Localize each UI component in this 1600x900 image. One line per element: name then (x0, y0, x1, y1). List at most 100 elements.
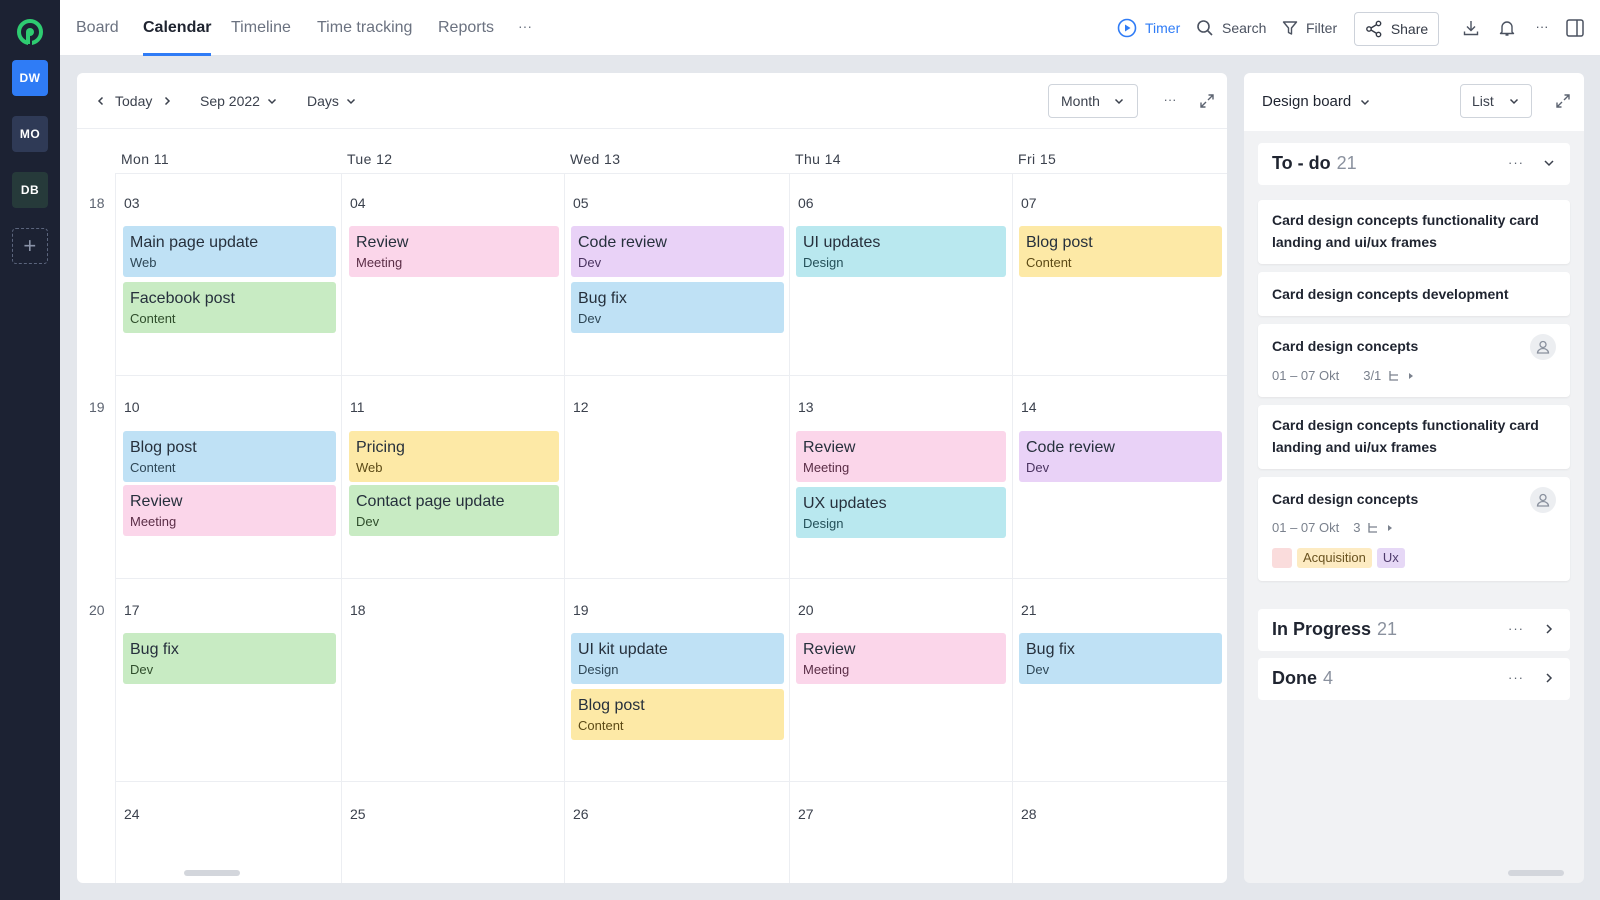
expand-icon[interactable] (1197, 91, 1217, 111)
date-cell[interactable]: 07 (1021, 195, 1037, 211)
calendar-event[interactable]: UX updates Design (796, 487, 1006, 538)
calendar-event[interactable]: Bug fix Dev (571, 282, 784, 333)
calendar-event[interactable]: Code review Dev (571, 226, 784, 277)
date-cell[interactable]: 26 (573, 806, 589, 822)
calendar-event[interactable]: Review Meeting (123, 485, 336, 536)
view-select[interactable]: Month (1048, 84, 1138, 118)
search-button[interactable]: Search (1196, 0, 1266, 56)
date-cell[interactable]: 27 (798, 806, 814, 822)
filter-button[interactable]: Filter (1282, 0, 1337, 56)
tab-reports[interactable]: Reports (438, 0, 494, 56)
calendar-event[interactable]: Facebook post Content (123, 282, 336, 333)
date-cell[interactable]: 03 (124, 195, 140, 211)
calendar-event[interactable]: Blog post Content (571, 689, 784, 740)
tag-label[interactable]: Acquisition (1297, 548, 1372, 568)
tag-label[interactable]: Ux (1376, 548, 1405, 568)
calendar-event[interactable]: Main page update Web (123, 226, 336, 277)
view-select[interactable]: List (1460, 84, 1532, 118)
section-more-icon[interactable]: ··· (1508, 670, 1524, 685)
more-options-icon[interactable]: ··· (1532, 16, 1552, 36)
next-icon[interactable] (161, 73, 173, 129)
task-card[interactable]: Card design concepts development (1258, 272, 1570, 316)
calendar-event[interactable]: Review Meeting (796, 431, 1006, 482)
date-cell[interactable]: 11 (350, 399, 365, 415)
chevron-down-icon[interactable] (1542, 156, 1556, 170)
tab-timeline[interactable]: Timeline (231, 0, 291, 56)
section-done[interactable]: Done 4 ··· (1258, 658, 1570, 700)
tab-board[interactable]: Board (76, 0, 119, 56)
section-in-progress[interactable]: In Progress 21 ··· (1258, 609, 1570, 651)
previous-icon[interactable] (95, 73, 107, 129)
date-cell[interactable]: 21 (1021, 602, 1037, 618)
panel-toggle-icon[interactable] (1565, 18, 1585, 38)
date-cell[interactable]: 12 (573, 399, 589, 415)
calendar-event[interactable]: Blog post Content (123, 431, 336, 482)
event-title: Code review (578, 234, 667, 251)
date-cell[interactable]: 19 (573, 602, 589, 618)
event-title: Review (803, 641, 856, 658)
timer-button[interactable]: Timer (1117, 0, 1180, 56)
board-dropdown[interactable]: Design board (1262, 93, 1371, 110)
date-cell[interactable]: 24 (124, 806, 140, 822)
chevron-right-icon[interactable] (1542, 671, 1556, 685)
date-cell[interactable]: 17 (124, 602, 140, 618)
workspace-db[interactable]: DB (12, 172, 48, 208)
event-tag: Design (578, 662, 619, 677)
horizontal-scrollbar[interactable] (1508, 870, 1564, 876)
tab-time-tracking[interactable]: Time tracking (317, 0, 412, 56)
expand-icon[interactable] (1555, 93, 1571, 114)
workspace-dw[interactable]: DW (12, 60, 48, 96)
caret-right-icon[interactable] (1407, 372, 1415, 380)
date-cell[interactable]: 10 (124, 399, 140, 415)
download-icon[interactable] (1461, 18, 1481, 38)
date-cell[interactable]: 28 (1021, 806, 1037, 822)
bell-icon[interactable] (1497, 18, 1517, 38)
calendar-event[interactable]: UI updates Design (796, 226, 1006, 277)
chevron-right-icon[interactable] (1542, 622, 1556, 636)
section-more-icon[interactable]: ··· (1508, 155, 1524, 170)
date-cell[interactable]: 06 (798, 195, 814, 211)
card-tags: Acquisition Ux (1272, 548, 1405, 568)
app-logo-icon[interactable] (16, 18, 44, 46)
date-cell[interactable]: 25 (350, 806, 366, 822)
calendar-event[interactable]: Code review Dev (1019, 431, 1222, 482)
task-card[interactable]: Card design concepts functionality card … (1258, 200, 1570, 264)
calendar-event[interactable]: Contact page update Dev (349, 485, 559, 536)
task-card[interactable]: Card design concepts 01 – 07 Okt 3/1 (1258, 324, 1570, 397)
date-cell[interactable]: 04 (350, 195, 366, 211)
calendar-event[interactable]: Review Meeting (349, 226, 559, 277)
period-dropdown[interactable]: Sep 2022 (200, 73, 278, 129)
section-more-icon[interactable]: ··· (1508, 621, 1524, 636)
section-name: Done (1272, 668, 1317, 688)
today-button[interactable]: Today (115, 73, 152, 129)
caret-right-icon[interactable] (1386, 524, 1394, 532)
workspace-mo[interactable]: MO (12, 116, 48, 152)
calendar-event[interactable]: Bug fix Dev (1019, 633, 1222, 684)
tab-calendar[interactable]: Calendar (143, 0, 212, 56)
calendar-event[interactable]: Review Meeting (796, 633, 1006, 684)
horizontal-scrollbar[interactable] (184, 870, 240, 876)
share-button[interactable]: Share (1354, 12, 1439, 46)
assignee-avatar-icon[interactable] (1530, 487, 1556, 513)
unit-label: Days (307, 93, 339, 109)
section-todo[interactable]: To - do 21 ··· (1258, 143, 1570, 185)
calendar-event[interactable]: UI kit update Design (571, 633, 784, 684)
date-cell[interactable]: 18 (350, 602, 366, 618)
calendar-event[interactable]: Pricing Web (349, 431, 559, 482)
event-title: Pricing (356, 439, 405, 456)
calendar-event[interactable]: Bug fix Dev (123, 633, 336, 684)
tabs-more-button[interactable]: ··· (518, 18, 532, 34)
task-card[interactable]: Card design concepts 01 – 07 Okt 3 Acqui… (1258, 477, 1570, 581)
date-cell[interactable]: 05 (573, 195, 589, 211)
event-title: Facebook post (130, 290, 235, 307)
share-icon (1365, 20, 1382, 38)
add-workspace-button[interactable]: + (12, 228, 48, 264)
task-card[interactable]: Card design concepts functionality card … (1258, 405, 1570, 469)
unit-dropdown[interactable]: Days (307, 73, 357, 129)
date-cell[interactable]: 14 (1021, 399, 1037, 415)
date-cell[interactable]: 13 (798, 399, 814, 415)
assignee-avatar-icon[interactable] (1530, 334, 1556, 360)
date-cell[interactable]: 20 (798, 602, 814, 618)
calendar-event[interactable]: Blog post Content (1019, 226, 1222, 277)
calendar-more-icon[interactable]: ··· (1160, 89, 1180, 109)
